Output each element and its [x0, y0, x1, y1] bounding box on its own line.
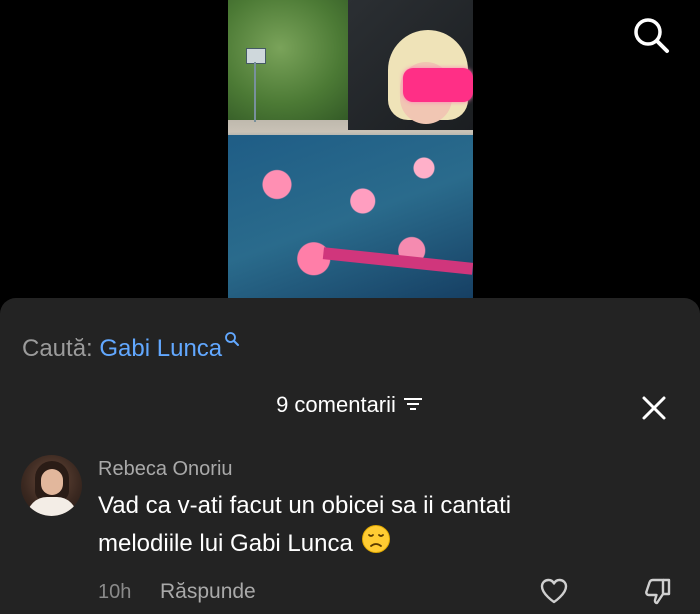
search-suggestion[interactable]: Caută: Gabi Lunca: [22, 326, 240, 363]
disappointed-face-icon: [361, 524, 391, 565]
search-button[interactable]: [630, 14, 672, 56]
avatar-clothing: [27, 497, 77, 516]
video-pink-glasses: [403, 68, 473, 102]
mini-search-icon: [224, 326, 240, 354]
comment-time: 10h: [98, 581, 132, 603]
search-suggestion-term[interactable]: Gabi Lunca: [99, 335, 222, 362]
search-suggestion-prefix: Caută:: [22, 335, 93, 362]
video-street-sign: [246, 48, 266, 64]
search-icon: [634, 18, 669, 53]
video-sign-pole: [254, 62, 256, 122]
thumbs-down-icon: [645, 578, 671, 605]
avatar[interactable]: [21, 455, 82, 516]
close-icon: [642, 396, 666, 420]
like-button[interactable]: [539, 577, 569, 605]
comments-sheet: Caută: Gabi Lunca 9 comentarii Rebeca On…: [0, 298, 700, 614]
comments-count: 9 comentarii: [276, 392, 396, 417]
comment-text: Vad ca v-ati facut un obicei sa ii canta…: [98, 492, 512, 557]
dislike-button[interactable]: [643, 576, 673, 606]
filter-icon[interactable]: [402, 393, 424, 419]
reply-button[interactable]: Răspunde: [160, 580, 256, 604]
comment-body: Vad ca v-ati facut un obicei sa ii canta…: [98, 488, 598, 565]
video-floral-outfit: [228, 135, 473, 300]
avatar-face: [41, 469, 63, 495]
close-button[interactable]: [640, 394, 668, 422]
comment-username[interactable]: Rebeca Onoriu: [98, 458, 233, 481]
comments-count-row: 9 comentarii: [0, 392, 700, 419]
video-area[interactable]: [0, 0, 700, 300]
heart-icon: [540, 578, 568, 604]
video-frame[interactable]: [228, 0, 473, 300]
